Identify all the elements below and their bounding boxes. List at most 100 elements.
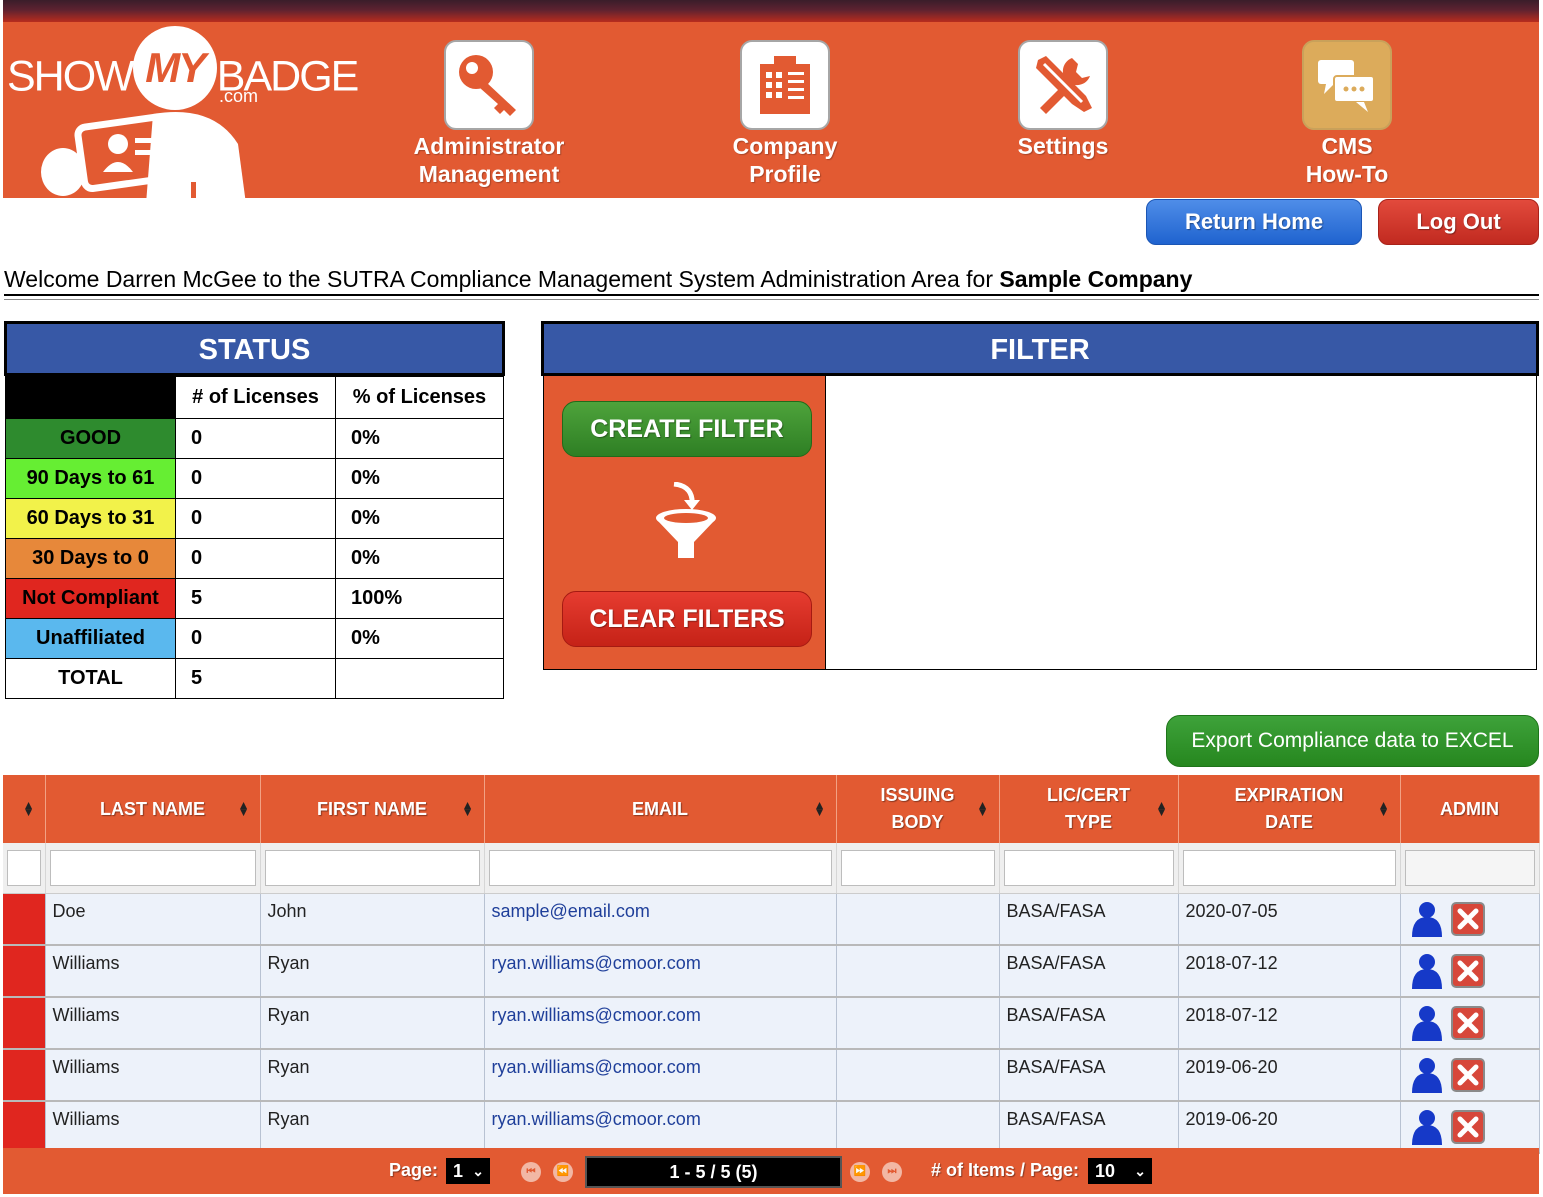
last-name-filter-input[interactable] bbox=[49, 849, 256, 886]
export-excel-button[interactable]: Export Compliance data to EXCEL bbox=[1166, 715, 1539, 767]
edit-user-icon[interactable] bbox=[1409, 952, 1445, 990]
first-name-cell: Ryan bbox=[260, 944, 485, 998]
delete-icon[interactable] bbox=[1450, 1057, 1485, 1092]
page-select[interactable]: 1 ⌄ bbox=[446, 1158, 490, 1184]
first-name-column-header[interactable]: FIRST NAME ▲ ▼ bbox=[260, 775, 485, 843]
issuing-body-cell bbox=[836, 1100, 1000, 1154]
lic-cert-type-column-header[interactable]: LIC/CERT TYPE ▲ ▼ bbox=[999, 775, 1179, 843]
issuing-body-cell bbox=[836, 1048, 1000, 1102]
chevron-down-icon: ⌄ bbox=[1134, 1163, 1146, 1179]
expiration-date-cell: 2020-07-05 bbox=[1178, 893, 1401, 946]
admin-cell bbox=[1400, 996, 1540, 1050]
email-cell: ryan.williams@cmoor.com bbox=[484, 944, 837, 998]
create-filter-button[interactable]: CREATE FILTER bbox=[562, 401, 812, 457]
email-link[interactable]: ryan.williams@cmoor.com bbox=[492, 953, 701, 973]
status-row: 60 Days to 31 0 0% bbox=[5, 498, 504, 539]
expiration-date-cell: 2019-06-20 bbox=[1178, 1048, 1401, 1102]
status-title: STATUS bbox=[4, 321, 505, 376]
admin-cell bbox=[1400, 1048, 1540, 1102]
status-count: 5 bbox=[175, 658, 336, 699]
sort-icon[interactable]: ▲ ▼ bbox=[977, 799, 989, 818]
status-label: Unaffiliated bbox=[5, 618, 176, 659]
delete-icon[interactable] bbox=[1450, 1109, 1485, 1144]
lic-cert-type-filter-input[interactable] bbox=[1003, 849, 1174, 886]
log-out-button[interactable]: Log Out bbox=[1378, 199, 1539, 245]
nav-cms-how-to[interactable]: CMS How-To bbox=[1237, 40, 1457, 188]
email-column-header[interactable]: EMAIL ▲ ▼ bbox=[484, 775, 837, 843]
sort-icon[interactable]: ▲ ▼ bbox=[23, 799, 35, 818]
email-cell: ryan.williams@cmoor.com bbox=[484, 996, 837, 1050]
divider bbox=[4, 299, 1539, 300]
logo-my: MY bbox=[132, 26, 217, 110]
edit-user-icon[interactable] bbox=[1409, 900, 1445, 938]
status-column-header[interactable]: ▲ ▼ bbox=[3, 775, 46, 843]
previous-page-icon[interactable]: ⏪ bbox=[553, 1162, 573, 1182]
header-label-line1: LAST NAME bbox=[100, 798, 205, 819]
lic-cert-type-cell: BASA/FASA bbox=[999, 996, 1179, 1050]
status-percent: 0% bbox=[335, 538, 504, 579]
sort-icon[interactable]: ▲ ▼ bbox=[1378, 799, 1390, 818]
pager: Page: 1 ⌄ ⏮ ⏪ 1 - 5 / 5 (5) ⏩ ⏭ # of Item… bbox=[3, 1148, 1539, 1194]
delete-icon[interactable] bbox=[1450, 953, 1485, 988]
status-label: 30 Days to 0 bbox=[5, 538, 176, 579]
email-link[interactable]: sample@email.com bbox=[492, 901, 650, 921]
first-name-filter-input[interactable] bbox=[264, 849, 480, 886]
company-name: Sample Company bbox=[999, 266, 1193, 292]
edit-user-icon[interactable] bbox=[1409, 1004, 1445, 1042]
sort-icon[interactable]: ▲ ▼ bbox=[462, 799, 474, 818]
first-name-cell: Ryan bbox=[260, 996, 485, 1050]
header-label-line1: LIC/CERT bbox=[1047, 785, 1130, 805]
chevron-down-icon: ⌄ bbox=[472, 1163, 484, 1179]
pct-header: % of Licenses bbox=[335, 376, 504, 419]
next-page-icon[interactable]: ⏩ bbox=[850, 1162, 870, 1182]
count-header: # of Licenses bbox=[175, 376, 336, 419]
admin-filter-input bbox=[1404, 849, 1535, 886]
issuing-body-filter-input[interactable] bbox=[840, 849, 995, 886]
email-filter-input[interactable] bbox=[488, 849, 832, 886]
nav-label-line2: Profile bbox=[749, 161, 821, 187]
issuing-body-column-header[interactable]: ISSUING BODY ▲ ▼ bbox=[836, 775, 1000, 843]
table-row: Doe John sample@email.com BASA/FASA 2020-07-… bbox=[3, 893, 1540, 946]
nav-settings[interactable]: Settings bbox=[953, 40, 1173, 160]
delete-icon[interactable] bbox=[1450, 1005, 1485, 1040]
items-per-page-select[interactable]: 10 ⌄ bbox=[1088, 1158, 1152, 1184]
status-filter-input[interactable] bbox=[7, 849, 41, 886]
email-link[interactable]: ryan.williams@cmoor.com bbox=[492, 1109, 701, 1129]
nav-administrator-management[interactable]: Administrator Management bbox=[379, 40, 599, 188]
status-panel: STATUS # of Licenses % of Licenses GOOD 0… bbox=[4, 321, 505, 699]
nav-company-profile[interactable]: Company Profile bbox=[675, 40, 895, 188]
sort-icon[interactable]: ▲ ▼ bbox=[1156, 799, 1168, 818]
lic-cert-type-cell: BASA/FASA bbox=[999, 893, 1179, 946]
status-percent bbox=[335, 658, 504, 699]
sort-icon[interactable]: ▲ ▼ bbox=[814, 799, 826, 818]
header-label-line2: DATE bbox=[1265, 812, 1313, 832]
expiration-date-filter-input[interactable] bbox=[1182, 849, 1396, 886]
status-count: 0 bbox=[175, 618, 336, 659]
status-count: 5 bbox=[175, 578, 336, 619]
nav-label-line2: Management bbox=[418, 161, 560, 187]
header: SHOW MY BADGE .com Administrator Managemen… bbox=[3, 22, 1539, 198]
delete-icon[interactable] bbox=[1450, 901, 1485, 936]
edit-user-icon[interactable] bbox=[1409, 1108, 1445, 1146]
header-label-line1: ISSUING bbox=[880, 785, 955, 805]
email-link[interactable]: ryan.williams@cmoor.com bbox=[492, 1057, 701, 1077]
logo-show: SHOW bbox=[7, 52, 135, 101]
status-percent: 100% bbox=[335, 578, 504, 619]
last-name-column-header[interactable]: LAST NAME ▲ ▼ bbox=[45, 775, 261, 843]
sort-icon[interactable]: ▲ ▼ bbox=[238, 799, 250, 818]
showmybadge-logo[interactable]: SHOW MY BADGE .com bbox=[3, 22, 363, 198]
clear-filters-button[interactable]: CLEAR FILTERS bbox=[562, 591, 812, 647]
email-link[interactable]: ryan.williams@cmoor.com bbox=[492, 1005, 701, 1025]
last-page-icon[interactable]: ⏭ bbox=[882, 1162, 902, 1182]
expiration-date-column-header[interactable]: EXPIRATION DATE ▲ ▼ bbox=[1178, 775, 1401, 843]
edit-user-icon[interactable] bbox=[1409, 1056, 1445, 1094]
status-count: 0 bbox=[175, 418, 336, 459]
header-label-line1: ADMIN bbox=[1440, 798, 1499, 819]
welcome-message: Welcome Darren McGee to the SUTRA Compli… bbox=[4, 266, 1192, 293]
first-page-icon[interactable]: ⏮ bbox=[521, 1162, 541, 1182]
nav-label-line1: Settings bbox=[1017, 133, 1109, 159]
status-indicator bbox=[3, 944, 46, 998]
status-percent: 0% bbox=[335, 498, 504, 539]
email-cell: ryan.williams@cmoor.com bbox=[484, 1100, 837, 1154]
return-home-button[interactable]: Return Home bbox=[1146, 199, 1362, 245]
